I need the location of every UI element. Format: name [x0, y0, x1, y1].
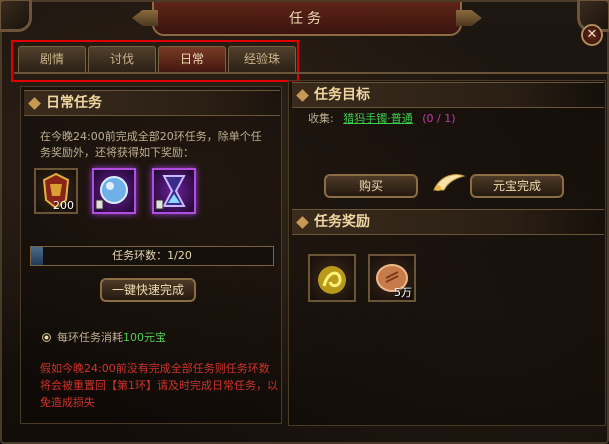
reward-slot-hourglass[interactable] — [152, 168, 196, 214]
title-ornament-right — [456, 10, 482, 26]
title-ornament-left — [132, 10, 158, 26]
frame-corner-left — [0, 0, 32, 32]
hourglass-icon — [155, 175, 186, 210]
wing-icon — [433, 174, 466, 191]
tabs-divider — [14, 72, 609, 74]
experience-orb-icon — [318, 266, 346, 294]
diamond-icon — [296, 89, 309, 102]
reward-slot-coin[interactable]: 5万 — [368, 254, 416, 302]
diamond-icon — [296, 216, 309, 229]
task-reward-title: 任务奖励 — [314, 214, 370, 230]
diamond-icon — [28, 97, 41, 110]
collect-label: 收集: — [308, 112, 334, 125]
tab-daily[interactable]: 日常 — [158, 46, 226, 72]
cost-prefix: 每环任务消耗 — [57, 331, 123, 344]
close-button[interactable]: ✕ — [581, 24, 603, 46]
cost-option[interactable]: 每环任务消耗100元宝 — [42, 329, 166, 345]
window-title: 任务 — [289, 11, 325, 27]
task-goal-title: 任务目标 — [314, 87, 370, 103]
collect-item-link[interactable]: 猎犸手镯·普通 — [343, 112, 413, 125]
reset-warning: 假如今晚24:00前没有完成全部任务则任务环数将会被重置回【第1环】请及时完成日… — [40, 362, 278, 409]
title-bar: 任务 — [132, 2, 462, 36]
task-ring-progress: 任务环数：1/20 — [30, 246, 274, 266]
reward-slot-exp[interactable] — [308, 254, 356, 302]
daily-task-title: 日常任务 — [46, 95, 102, 111]
tab-crusade[interactable]: 讨伐 — [88, 46, 156, 72]
collect-row: 收集: 猎犸手镯·普通 (0 / 1) — [308, 110, 456, 126]
tab-story[interactable]: 剧情 — [18, 46, 86, 72]
close-icon: ✕ — [586, 27, 598, 42]
reward-count: 200 — [53, 199, 74, 212]
quick-complete-button[interactable]: 一键快速完成 — [100, 278, 196, 302]
progress-label: 任务环数：1/20 — [112, 249, 192, 262]
cost-value: 100元宝 — [123, 331, 166, 344]
task-window: 任务 ✕ 剧情 讨伐 日常 经验珠 日常任务 在今晚24:00前完成全部20环任… — [0, 0, 609, 444]
task-detail-panel — [288, 80, 606, 426]
radio-icon[interactable] — [42, 333, 51, 342]
task-goal-header: 任务目标 — [292, 82, 604, 108]
tab-exp-orb[interactable]: 经验珠 — [228, 46, 296, 72]
crystal-orb-icon — [95, 176, 128, 210]
daily-task-header: 日常任务 — [24, 90, 280, 116]
gold-complete-button[interactable]: 元宝完成 — [470, 174, 564, 198]
buy-button[interactable]: 购买 — [324, 174, 418, 198]
reward-count: 5万 — [394, 286, 412, 299]
reward-slot-armor[interactable]: 200 — [34, 168, 78, 214]
daily-task-description: 在今晚24:00前完成全部20环任务，除单个任务奖励外，还将获得如下奖励： — [40, 130, 262, 159]
collect-count: (0 / 1) — [422, 112, 456, 125]
reward-slot-orb[interactable] — [92, 168, 136, 214]
task-reward-header: 任务奖励 — [292, 209, 604, 235]
